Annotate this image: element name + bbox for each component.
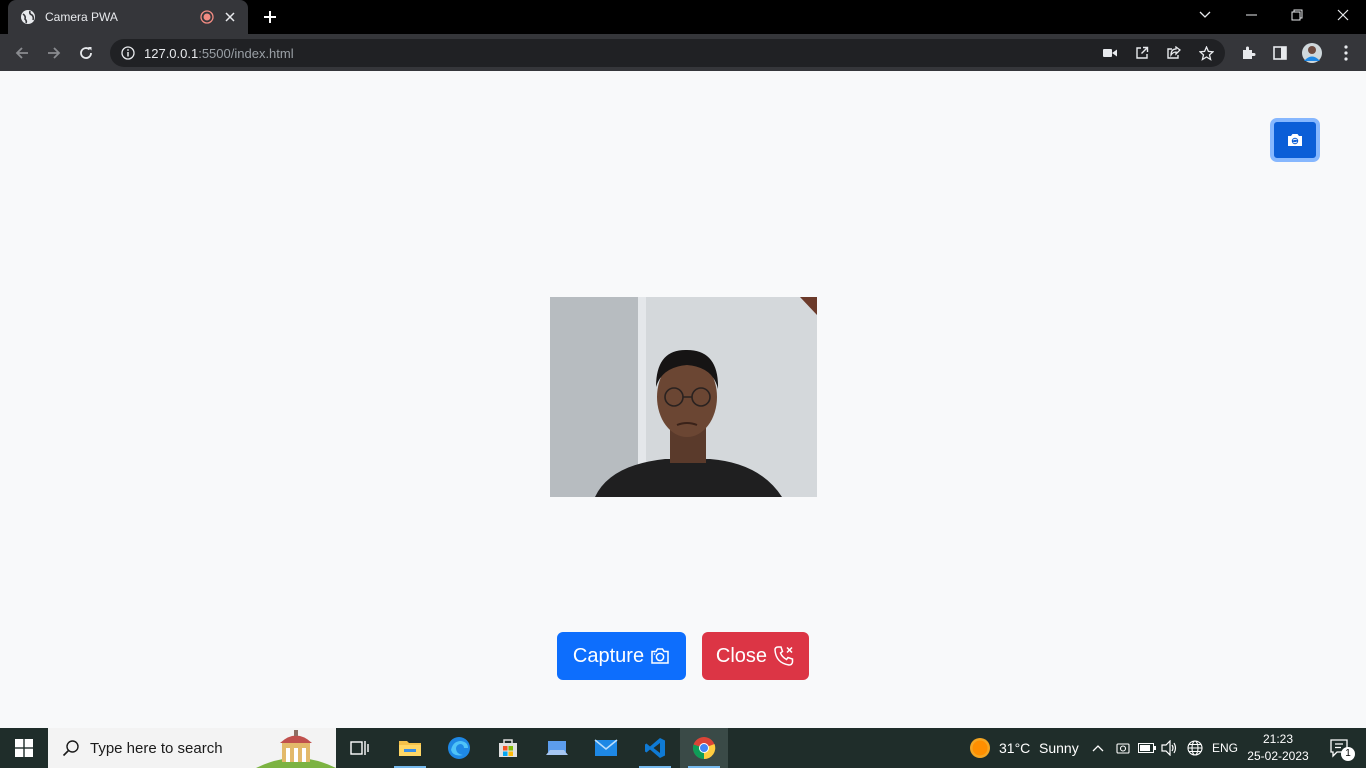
chrome-app[interactable]	[680, 728, 728, 768]
tab-search-button[interactable]	[1182, 0, 1228, 30]
side-panel-button[interactable]	[1268, 41, 1292, 65]
side-panel-icon	[1273, 46, 1287, 60]
reload-icon	[80, 47, 92, 59]
task-view-button[interactable]	[336, 728, 384, 768]
weather-sun-icon[interactable]	[969, 737, 991, 759]
restore-icon	[1291, 9, 1303, 21]
edge-icon	[448, 737, 470, 759]
browser-menu-button[interactable]	[1334, 41, 1358, 65]
window-close-button[interactable]	[1320, 0, 1366, 30]
tray-overflow-chevron-up-icon[interactable]	[1089, 740, 1107, 756]
url-path: :5500/index.html	[198, 45, 294, 61]
capture-button[interactable]: Capture	[557, 632, 686, 680]
open-in-app-icon[interactable]	[1132, 45, 1152, 61]
mail-icon	[594, 739, 618, 756]
start-button[interactable]	[0, 728, 48, 768]
page-viewport: Capture Close	[0, 71, 1366, 728]
close-button[interactable]: Close	[702, 632, 809, 680]
browser-toolbar: 127.0.0.1:5500/index.html	[0, 34, 1366, 71]
battery-icon[interactable]	[1138, 740, 1156, 756]
close-icon	[1337, 9, 1349, 21]
weather-temperature[interactable]: 31°C	[999, 740, 1030, 756]
weather-condition[interactable]: Sunny	[1039, 740, 1079, 756]
recording-indicator-icon	[200, 10, 214, 24]
puzzle-icon	[1243, 46, 1256, 59]
search-highlight-illustration	[256, 730, 336, 768]
url-text: 127.0.0.1:5500/index.html	[144, 46, 294, 61]
volume-icon[interactable]	[1161, 740, 1179, 756]
notification-count-badge: 1	[1341, 747, 1355, 761]
capture-button-label: Capture	[572, 644, 645, 667]
network-globe-icon[interactable]	[1186, 740, 1204, 756]
chrome-icon	[692, 737, 716, 760]
taskbar-search-box[interactable]: Type here to search	[48, 728, 336, 768]
minimize-button[interactable]	[1228, 0, 1274, 30]
back-button[interactable]	[10, 41, 34, 65]
input-language[interactable]: ENG	[1212, 741, 1238, 755]
camera-in-use-icon[interactable]	[1100, 45, 1120, 61]
avatar-icon	[1302, 43, 1322, 63]
browser-tab-strip: Camera PWA	[0, 0, 1366, 34]
minimize-icon	[1245, 14, 1257, 16]
address-bar[interactable]: 127.0.0.1:5500/index.html	[110, 39, 1225, 67]
webcam-feed-image	[550, 297, 817, 497]
notification-center-button[interactable]: 1	[1320, 728, 1360, 768]
phone-x-icon	[774, 646, 794, 666]
close-button-label: Close	[715, 644, 768, 667]
windows-logo-icon	[15, 739, 33, 757]
clock-time: 21:23	[1262, 732, 1294, 746]
info-icon[interactable]	[120, 45, 136, 61]
camera-switch-icon	[1288, 134, 1302, 146]
bookmark-star-icon[interactable]	[1196, 45, 1216, 61]
tab-title: Camera PWA	[45, 10, 118, 24]
plus-icon	[264, 11, 276, 23]
restore-button[interactable]	[1274, 0, 1320, 30]
camera-in-use-tray-icon[interactable]	[1114, 740, 1132, 756]
file-explorer-app[interactable]	[386, 728, 434, 768]
new-tab-button[interactable]	[258, 6, 282, 28]
browser-tab[interactable]: Camera PWA	[8, 0, 248, 34]
edge-browser-app[interactable]	[435, 728, 483, 768]
switch-camera-button[interactable]	[1270, 118, 1320, 162]
vscode-icon	[645, 738, 665, 758]
remote-desktop-app[interactable]	[533, 728, 581, 768]
tab-close-icon[interactable]	[222, 9, 238, 25]
camera-icon	[651, 648, 669, 664]
folder-icon	[399, 741, 421, 756]
profile-avatar[interactable]	[1300, 41, 1324, 65]
task-view-icon	[350, 741, 369, 755]
search-icon	[62, 740, 79, 757]
forward-button[interactable]	[42, 41, 66, 65]
arrow-left-icon	[15, 47, 28, 59]
camera-preview-video	[550, 297, 817, 497]
reload-button[interactable]	[74, 41, 98, 65]
url-host: 127.0.0.1	[144, 45, 199, 61]
chevron-down-icon	[1199, 11, 1211, 18]
clock-date: 25-02-2023	[1247, 749, 1309, 763]
vscode-app[interactable]	[631, 728, 679, 768]
globe-icon	[20, 9, 36, 25]
extensions-button[interactable]	[1236, 41, 1260, 65]
computer-icon	[546, 741, 568, 755]
share-icon[interactable]	[1164, 45, 1184, 61]
store-icon	[499, 739, 517, 757]
store-app[interactable]	[484, 728, 532, 768]
more-vertical-icon	[1344, 45, 1348, 61]
search-placeholder: Type here to search	[90, 739, 223, 757]
arrow-right-icon	[48, 47, 61, 59]
mail-app[interactable]	[582, 728, 630, 768]
taskbar-clock[interactable]: 21:23 25-02-2023	[1242, 731, 1314, 765]
taskbar: Type here to search 31°C Sunny ENG 21:23…	[0, 728, 1366, 768]
